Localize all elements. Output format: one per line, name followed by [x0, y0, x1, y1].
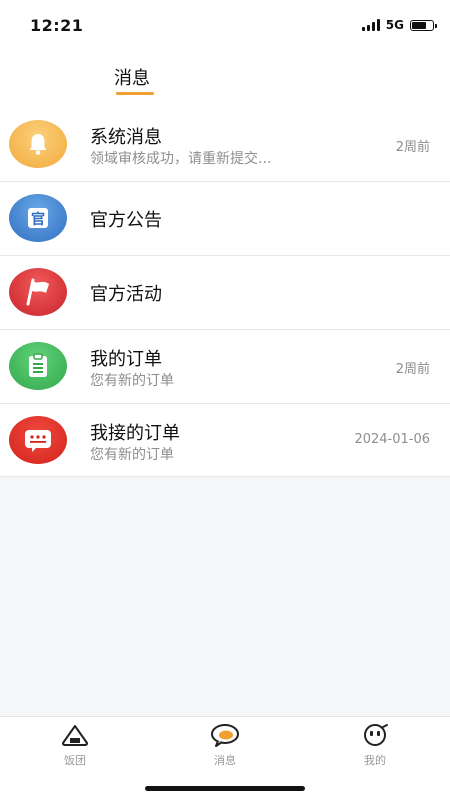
- status-bar: 12:21 5G: [0, 0, 450, 54]
- profile-face-icon: [364, 724, 388, 746]
- nav-label: 饭团: [64, 754, 86, 767]
- message-title: 官方活动: [90, 284, 162, 305]
- page-title[interactable]: 消息: [114, 64, 150, 90]
- status-indicators: 5G: [361, 18, 437, 32]
- tab-active-indicator: [116, 92, 154, 95]
- home-indicator[interactable]: [145, 786, 305, 791]
- message-preview: 您有新的订单: [90, 373, 174, 389]
- battery-icon: [410, 19, 437, 31]
- message-row-my-orders[interactable]: 我的订单 您有新的订单 2周前: [0, 330, 450, 404]
- message-title: 官方公告: [90, 210, 162, 231]
- network-type: 5G: [385, 18, 404, 32]
- page-header: 消息: [0, 54, 450, 108]
- message-time: 2024-01-06: [354, 432, 430, 447]
- message-time: 2周前: [395, 362, 430, 377]
- nav-tab-profile[interactable]: 我的: [335, 723, 415, 768]
- nav-label: 我的: [364, 754, 386, 767]
- message-title: 我接的订单: [90, 423, 180, 444]
- message-row-activity[interactable]: 官方活动: [0, 256, 450, 330]
- message-title: 我的订单: [90, 349, 162, 370]
- nav-label: 消息: [214, 754, 236, 767]
- chat-icon: [9, 416, 67, 464]
- message-title: 系统消息: [90, 127, 162, 148]
- battery-fill: [412, 21, 426, 29]
- flag-icon: [9, 268, 67, 316]
- nav-tab-messages[interactable]: 消息: [185, 723, 265, 768]
- status-time: 12:21: [30, 16, 84, 35]
- message-preview: 您有新的订单: [90, 447, 174, 463]
- message-time: 2周前: [395, 140, 430, 155]
- rice-ball-icon: [62, 725, 88, 746]
- official-icon: 官: [9, 194, 67, 242]
- nav-tab-home[interactable]: 饭团: [35, 723, 115, 768]
- message-row-system[interactable]: 系统消息 领域审核成功，请重新提交... 2周前: [0, 108, 450, 182]
- bell-icon: [9, 120, 67, 168]
- message-list: 系统消息 领域审核成功，请重新提交... 2周前 官 官方公告 官方活动 我的订…: [0, 108, 450, 477]
- message-bubble-icon: [211, 724, 239, 747]
- clipboard-icon: [9, 342, 67, 390]
- svg-text:官: 官: [31, 211, 45, 228]
- message-row-announcement[interactable]: 官 官方公告: [0, 182, 450, 256]
- signal-icon: [361, 19, 380, 31]
- message-row-accepted-orders[interactable]: 我接的订单 您有新的订单 2024-01-06: [0, 404, 450, 477]
- message-preview: 领域审核成功，请重新提交...: [90, 151, 272, 167]
